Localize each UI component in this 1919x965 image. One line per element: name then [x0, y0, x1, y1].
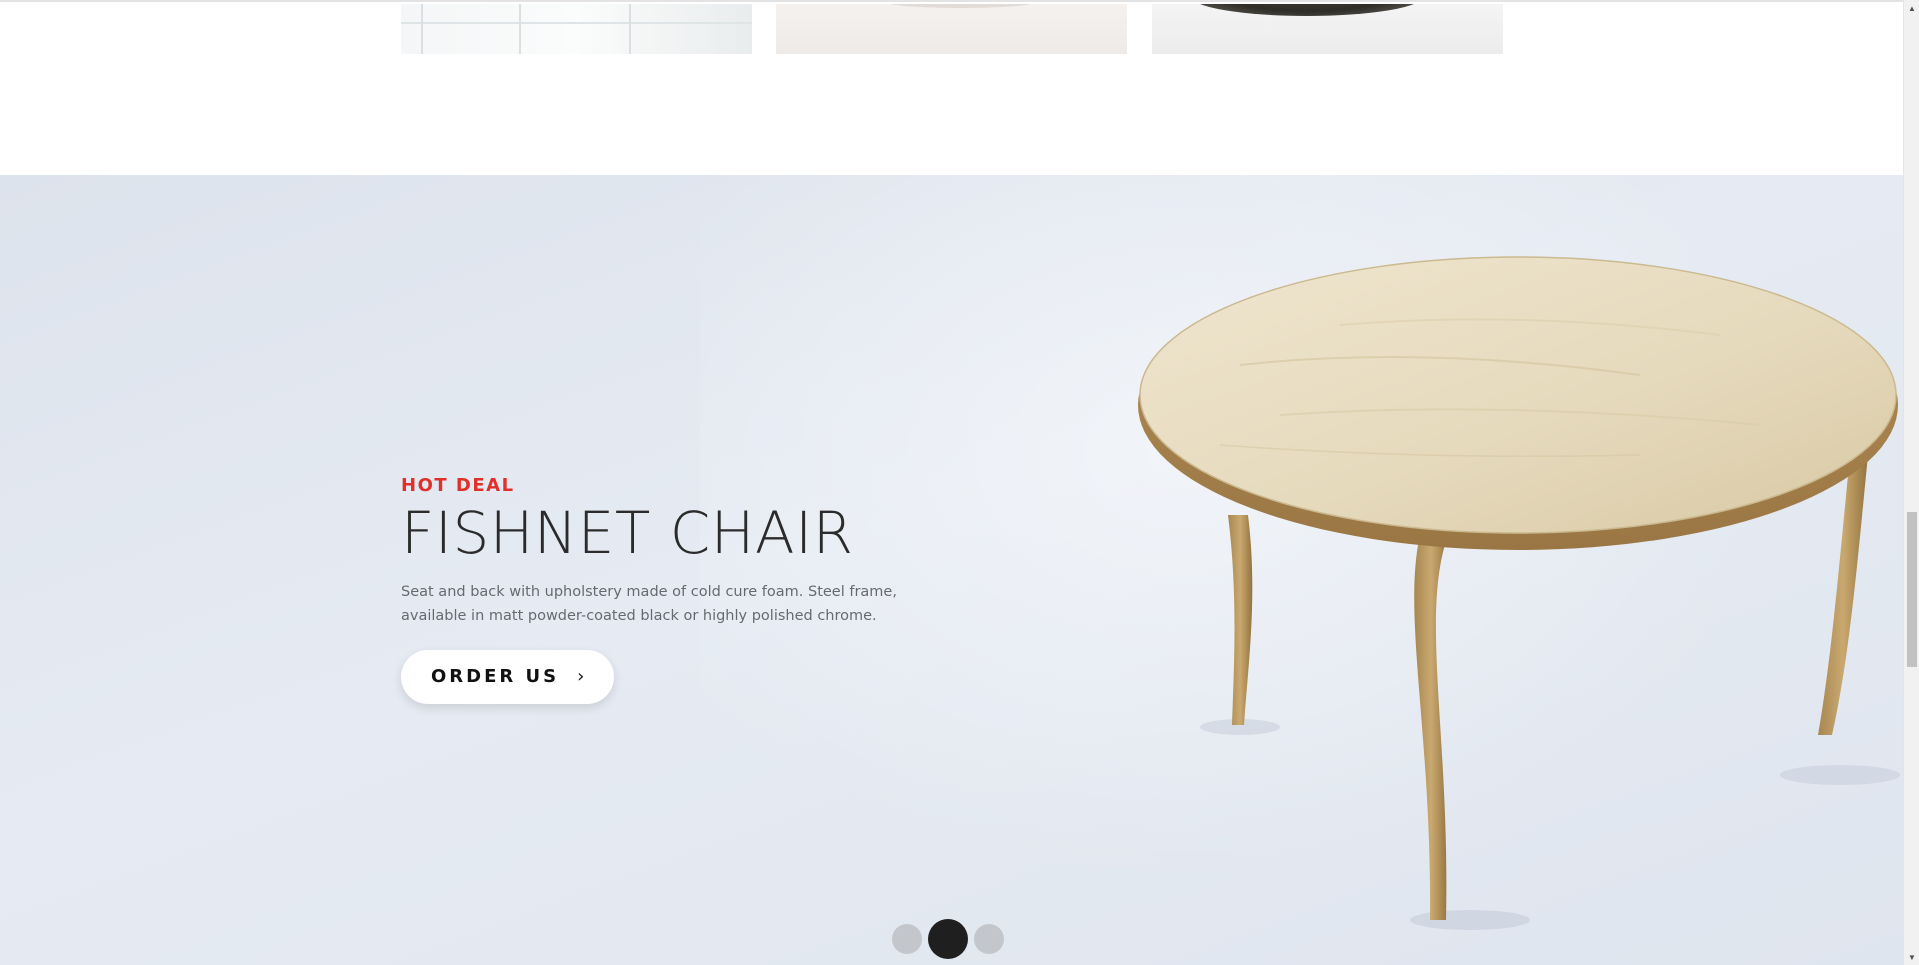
order-us-button[interactable]: ORDER US ›	[401, 649, 615, 704]
window-pane-decor	[629, 4, 631, 54]
product-thumbnail-strip	[0, 0, 1903, 175]
page: HOT DEAL FISHNET CHAIR Seat and back wit…	[0, 0, 1903, 965]
order-us-button-label: ORDER US	[431, 666, 560, 688]
product-thumbnail-2[interactable]	[776, 4, 1127, 54]
window-rail-decor	[401, 22, 752, 24]
slider-dot-1[interactable]	[892, 924, 922, 954]
product-thumbnail-3[interactable]	[1152, 4, 1503, 54]
page-scrollbar[interactable]: ▲ ▼	[1903, 0, 1919, 965]
scrollbar-thumb[interactable]	[1907, 512, 1917, 667]
bowl-product-image	[1192, 4, 1422, 16]
triangle-up-icon[interactable]: ▲	[1904, 0, 1919, 16]
hero-content: HOT DEAL FISHNET CHAIR Seat and back wit…	[401, 475, 961, 704]
slider-pagination	[892, 919, 1004, 959]
hero-description-line-2: available in matt powder-coated black or…	[401, 607, 877, 624]
slider-dot-2-active[interactable]	[928, 919, 968, 959]
window-pane-decor	[421, 4, 423, 54]
slider-dot-3[interactable]	[974, 924, 1004, 954]
hot-deal-label: HOT DEAL	[401, 475, 515, 496]
hero-description-line-1: Seat and back with upholstery made of co…	[401, 583, 897, 600]
hero-description: Seat and back with upholstery made of co…	[401, 580, 901, 628]
round-table-image	[1138, 256, 1900, 930]
chevron-right-icon: ›	[577, 666, 585, 688]
product-thumbnail-1[interactable]	[401, 4, 752, 54]
product-shadow-decor	[886, 4, 1036, 8]
window-pane-decor	[519, 4, 521, 54]
triangle-down-icon[interactable]: ▼	[1904, 949, 1919, 965]
hero-title: FISHNET CHAIR	[401, 499, 854, 567]
hero-slider: HOT DEAL FISHNET CHAIR Seat and back wit…	[0, 175, 1903, 965]
